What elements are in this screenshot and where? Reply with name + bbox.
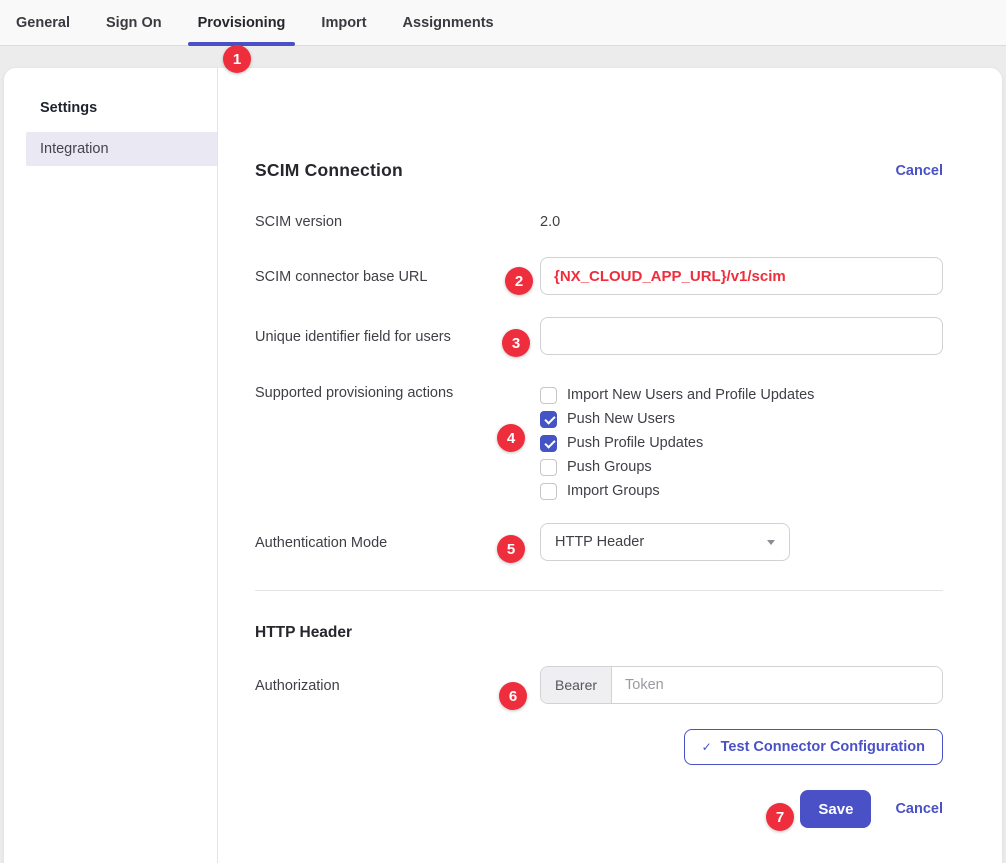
auth-mode-row: Authentication Mode HTTP Header [255, 523, 943, 561]
sidebar: Settings Integration [4, 68, 218, 863]
http-header-section-heading: HTTP Header [255, 624, 943, 642]
base-url-row: SCIM connector base URL [255, 257, 943, 295]
test-connector-button[interactable]: ✓ Test Connector Configuration [684, 729, 943, 765]
authorization-label: Authorization [255, 676, 540, 694]
provisioning-actions-label: Supported provisioning actions [255, 383, 540, 401]
sidebar-item-label: Integration [40, 141, 109, 157]
checkbox-push-groups[interactable] [540, 459, 557, 476]
scim-version-label: SCIM version [255, 214, 540, 230]
authorization-input-group: Bearer [540, 666, 943, 704]
provisioning-actions-list: Import New Users and Profile Updates Pus… [540, 383, 943, 503]
check-icon: ✓ [702, 740, 712, 754]
tab-provisioning[interactable]: Provisioning [188, 0, 296, 45]
checkbox-row-import-groups[interactable]: Import Groups [540, 479, 943, 503]
tab-general[interactable]: General [6, 0, 80, 45]
title-row: SCIM Connection Cancel [255, 160, 943, 181]
checkbox-label: Import Groups [567, 483, 660, 499]
checkbox-row-import-users[interactable]: Import New Users and Profile Updates [540, 383, 943, 407]
unique-id-input[interactable] [540, 317, 943, 355]
annotation-step-4-badge: 4 [497, 424, 525, 452]
token-input[interactable] [612, 667, 942, 703]
provisioning-actions-row: Supported provisioning actions Import Ne… [255, 383, 943, 503]
checkbox-row-push-groups[interactable]: Push Groups [540, 455, 943, 479]
annotation-step-1-badge: 1 [223, 45, 251, 73]
page-title: SCIM Connection [255, 160, 403, 181]
chevron-down-icon [767, 540, 775, 545]
checkbox-row-push-new-users[interactable]: Push New Users [540, 407, 943, 431]
checkbox-push-profile-updates[interactable] [540, 435, 557, 452]
scim-connection-form: SCIM Connection Cancel SCIM version 2.0 … [218, 68, 1002, 863]
sidebar-item-integration[interactable]: Integration [26, 132, 217, 166]
app-tab-bar: General Sign On Provisioning Import Assi… [0, 0, 1006, 46]
checkbox-row-push-profile-updates[interactable]: Push Profile Updates [540, 431, 943, 455]
unique-id-row: Unique identifier field for users [255, 317, 943, 355]
test-connector-button-label: Test Connector Configuration [721, 739, 925, 755]
test-connector-row: ✓ Test Connector Configuration [255, 729, 943, 765]
checkbox-import-groups[interactable] [540, 483, 557, 500]
scim-version-value: 2.0 [540, 214, 943, 230]
auth-mode-selected-value: HTTP Header [555, 534, 644, 550]
section-divider [255, 590, 943, 591]
checkbox-label: Import New Users and Profile Updates [567, 387, 814, 403]
tab-sign-on[interactable]: Sign On [96, 0, 172, 45]
authorization-row: Authorization Bearer [255, 666, 943, 704]
annotation-step-7-badge: 7 [766, 803, 794, 831]
scim-version-row: SCIM version 2.0 [255, 214, 943, 230]
settings-card: Settings Integration SCIM Connection Can… [4, 68, 1002, 863]
checkbox-import-users[interactable] [540, 387, 557, 404]
save-row: Save Cancel [255, 790, 943, 828]
cancel-link-bottom[interactable]: Cancel [895, 801, 943, 817]
unique-id-label: Unique identifier field for users [255, 327, 540, 345]
checkbox-push-new-users[interactable] [540, 411, 557, 428]
sidebar-heading: Settings [4, 100, 217, 116]
annotation-step-3-badge: 3 [502, 329, 530, 357]
checkbox-label: Push New Users [567, 411, 675, 427]
auth-mode-select[interactable]: HTTP Header [540, 523, 790, 561]
annotation-step-5-badge: 5 [497, 535, 525, 563]
cancel-link-top[interactable]: Cancel [895, 163, 943, 179]
tab-assignments[interactable]: Assignments [393, 0, 504, 45]
annotation-step-6-badge: 6 [499, 682, 527, 710]
provisioning-settings-page: General Sign On Provisioning Import Assi… [0, 0, 1006, 863]
checkbox-label: Push Profile Updates [567, 435, 703, 451]
tab-import[interactable]: Import [311, 0, 376, 45]
checkbox-label: Push Groups [567, 459, 652, 475]
save-button[interactable]: Save [800, 790, 871, 828]
annotation-step-2-badge: 2 [505, 267, 533, 295]
base-url-label: SCIM connector base URL [255, 267, 540, 285]
base-url-input[interactable] [540, 257, 943, 295]
bearer-prefix: Bearer [541, 667, 612, 703]
